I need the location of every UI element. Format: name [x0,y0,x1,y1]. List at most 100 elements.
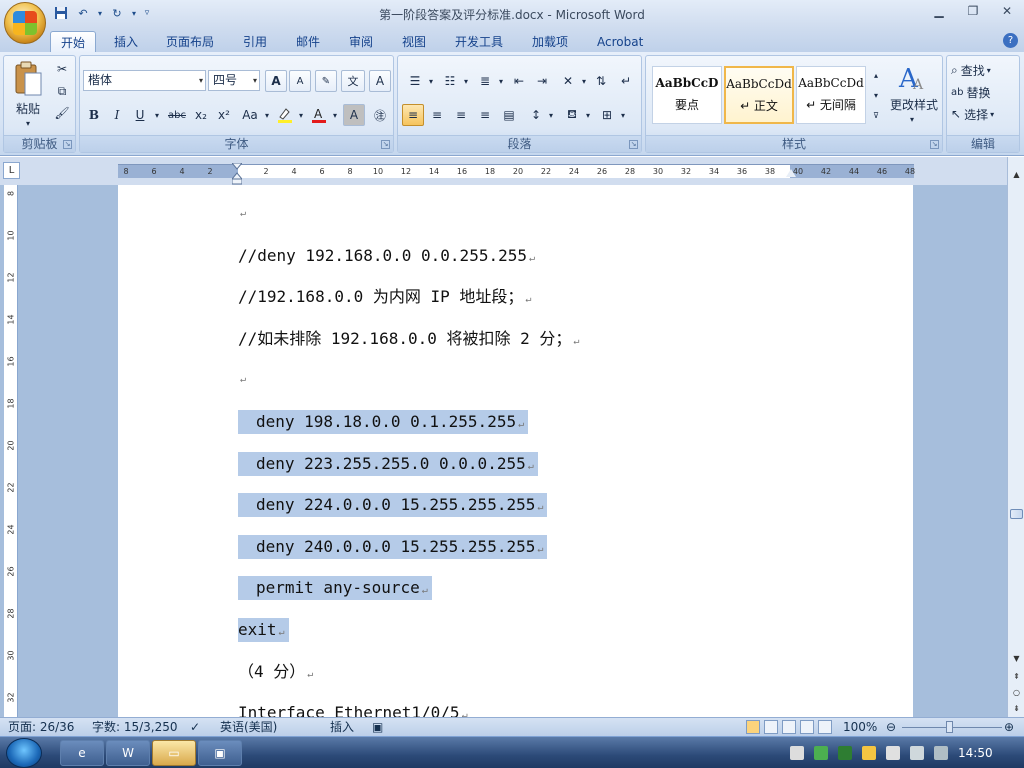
styles-more-icon[interactable]: ⊽ [870,106,882,124]
justify-icon[interactable]: ≡ [474,104,496,126]
font-name-combo[interactable]: 楷体 ▾ [83,70,206,91]
style-heading-point[interactable]: AaBbCcD 要点 [652,66,722,124]
tab-acrobat[interactable]: Acrobat [587,31,653,52]
tab-insert[interactable]: 插入 [104,31,148,52]
grow-font-button[interactable]: A [265,70,287,92]
show-hide-marks-icon[interactable]: ↵ [615,70,637,92]
char-border-button[interactable]: A [369,70,391,92]
help-icon[interactable]: ? [1003,33,1018,48]
web-layout-view-icon[interactable] [782,720,796,734]
document-line[interactable]: permit any-source ↵ [238,576,432,601]
change-styles-button[interactable]: 更改样式 [886,96,942,112]
bullets-icon[interactable]: ☰ [403,70,427,92]
phonetic-guide-button[interactable]: 文 [341,70,365,92]
document-line[interactable]: （4 分） ↵ [238,660,317,684]
document-line[interactable]: deny 240.0.0.0 15.255.255.255 ↵ [238,534,548,559]
borders-dropdown-icon[interactable]: ▾ [618,104,628,126]
vertical-ruler[interactable]: 8 10 12 14 16 18 20 22 24 26 28 30 32 [4,185,18,717]
bullets-dropdown-icon[interactable]: ▾ [426,70,436,92]
zoom-out-icon[interactable]: ⊖ [886,719,896,736]
align-right-icon[interactable]: ≡ [450,104,472,126]
highlight-dropdown-icon[interactable]: ▾ [296,104,306,126]
language-indicator[interactable]: 英语(美国) [220,719,277,736]
scroll-down-icon[interactable]: ▼ [1010,651,1023,665]
tray-device-icon[interactable] [886,746,900,760]
outline-view-icon[interactable] [800,720,814,734]
document-line[interactable]: //192.168.0.0 为内网 IP 地址段； ↵ [238,285,535,309]
tray-ime-icon[interactable] [910,746,924,760]
tab-view[interactable]: 视图 [392,31,436,52]
tray-media-icon[interactable] [790,746,804,760]
italic-button[interactable]: I [107,104,127,126]
document-line[interactable]: //如未排除 192.168.0.0 将被扣除 2 分； ↵ [238,327,583,351]
insert-mode-indicator[interactable]: 插入 [330,719,354,736]
tab-addins[interactable]: 加载项 [522,31,578,52]
styles-launcher-icon[interactable]: ↘ [930,140,939,149]
word-taskbar-icon[interactable]: W [106,740,150,766]
multilevel-dropdown-icon[interactable]: ▾ [496,70,506,92]
scroll-up-icon[interactable]: ▲ [1010,167,1023,181]
tray-volume-icon[interactable] [934,746,948,760]
document-line[interactable]: ↵ [238,202,250,226]
document-line[interactable]: Interface Ethernet1/0/5 ↵ [238,701,472,717]
ie-taskbar-icon[interactable]: e [60,740,104,766]
zoom-level[interactable]: 100% [843,719,877,736]
undo-icon[interactable]: ↶ [74,5,92,21]
draft-view-icon[interactable] [818,720,832,734]
decrease-indent-icon[interactable]: ⇤ [508,70,530,92]
tray-app-icon[interactable] [862,746,876,760]
document-page[interactable]: ↵//deny 192.168.0.0 0.0.255.255 ↵//192.16… [118,185,913,717]
bold-button[interactable]: B [84,104,104,126]
folder-taskbar-icon[interactable]: ▭ [152,740,196,766]
multilevel-list-icon[interactable]: ≣ [473,70,497,92]
font-size-combo[interactable]: 四号 ▾ [208,70,260,91]
underline-dropdown-icon[interactable]: ▾ [152,104,162,126]
line-spacing-icon[interactable]: ↕ [524,104,548,126]
increase-indent-icon[interactable]: ⇥ [531,70,553,92]
borders-icon[interactable]: ⊞ [595,104,619,126]
save-icon[interactable] [52,5,70,21]
customize-qat-icon[interactable]: ▿ [142,5,152,21]
vertical-scrollbar[interactable]: ▲ ▼ ⇞ ○ ⇟ [1007,157,1024,717]
align-left-icon[interactable]: ≡ [402,104,424,126]
align-center-icon[interactable]: ≡ [426,104,448,126]
restore-button[interactable]: ❐ [956,0,990,22]
undo-dropdown-icon[interactable]: ▾ [96,5,104,21]
tab-references[interactable]: 引用 [233,31,277,52]
numbering-icon[interactable]: ☷ [438,70,462,92]
redo-icon[interactable]: ↻ [108,5,126,21]
zoom-slider-thumb[interactable] [946,721,953,733]
paste-dropdown-icon[interactable]: ▾ [20,118,36,128]
tab-developer[interactable]: 开发工具 [445,31,513,52]
document-line[interactable]: deny 223.255.255.0 0.0.0.255 ↵ [238,451,538,476]
numbering-dropdown-icon[interactable]: ▾ [461,70,471,92]
font-color-icon[interactable]: A [308,104,330,126]
previous-page-icon[interactable]: ⇞ [1010,669,1023,683]
document-line[interactable]: exit ↵ [238,618,289,642]
start-button[interactable] [6,738,42,768]
right-indent-marker-icon[interactable] [786,169,796,177]
chinese-layout-icon[interactable]: ✕ [556,70,580,92]
clipboard-launcher-icon[interactable]: ↘ [63,140,72,149]
font-color-dropdown-icon[interactable]: ▾ [330,104,340,126]
change-styles-icon[interactable]: AA [894,62,932,92]
font-launcher-icon[interactable]: ↘ [381,140,390,149]
sort-icon[interactable]: ⇅ [590,70,612,92]
page-indicator[interactable]: 页面: 26/36 [8,719,74,736]
select-button[interactable]: ↖ 选择 ▾ [951,104,1017,124]
minimize-button[interactable]: ▁ [922,0,956,22]
macro-record-icon[interactable]: ▣ [372,719,383,736]
styles-scroll-up-icon[interactable]: ▴ [870,66,882,84]
word-count[interactable]: 字数: 15/3,250 [92,719,178,736]
find-button[interactable]: ⌕ 查找 ▾ [951,60,1017,80]
tab-home[interactable]: 开始 [50,31,97,52]
underline-button[interactable]: U [130,104,150,126]
select-browse-object-icon[interactable]: ○ [1010,685,1023,699]
shading-dropdown-icon[interactable]: ▾ [583,104,593,126]
tray-network-icon[interactable] [814,746,828,760]
style-normal[interactable]: AaBbCcDd ↵ 正文 [724,66,794,124]
app-taskbar-icon[interactable]: ▣ [198,740,242,766]
superscript-button[interactable]: x² [214,104,234,126]
indent-marker-icon[interactable] [232,163,242,185]
style-no-spacing[interactable]: AaBbCcDd ↵ 无间隔 [796,66,866,124]
